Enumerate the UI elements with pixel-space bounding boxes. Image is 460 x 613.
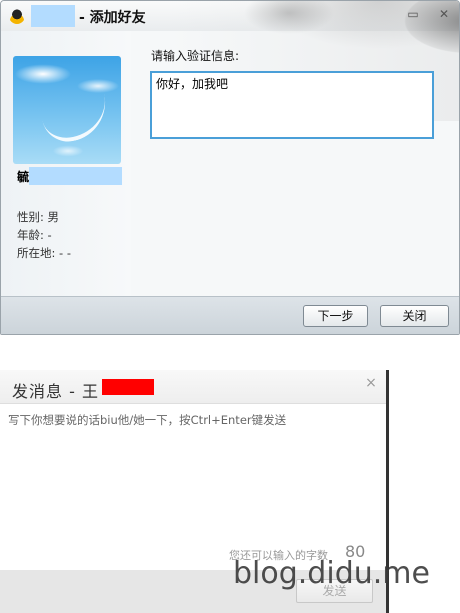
title-bar[interactable]: - 添加好友 ▭ ✕: [1, 1, 459, 121]
message-dialog-title: 发消息 - 王: [12, 382, 99, 401]
message-input[interactable]: [8, 412, 380, 562]
close-icon[interactable]: ✕: [434, 6, 454, 22]
gender-info: 性别: 男: [17, 210, 60, 224]
dialog-footer: 下一步 关闭: [1, 296, 459, 334]
avatar-smile-cloud: [39, 93, 113, 147]
recipient-redacted: [102, 379, 154, 395]
recipient-name: 王: [81, 382, 99, 401]
close-button[interactable]: 关闭: [380, 305, 449, 327]
location-info: 所在地: - -: [17, 246, 71, 260]
message-title-bar[interactable]: 发消息 - 王 ×: [0, 370, 386, 404]
title-redacted-name: [31, 5, 75, 27]
verify-message-input[interactable]: 你好，加我吧: [150, 71, 434, 139]
minimize-button[interactable]: ▭: [403, 6, 423, 22]
add-friend-dialog: - 添加好友 ▭ ✕ 毓 性别: 男 年龄: - 所在地: - - 请输入验证信…: [0, 0, 460, 335]
nickname-redacted: [29, 167, 122, 185]
age-info: 年龄: -: [17, 228, 52, 242]
avatar: [13, 56, 121, 164]
qq-penguin-icon: [9, 8, 25, 24]
dialog-title: - 添加好友: [79, 10, 146, 26]
next-button[interactable]: 下一步: [303, 305, 368, 327]
verify-label: 请输入验证信息:: [151, 49, 240, 63]
nickname-char: 毓: [17, 170, 30, 184]
close-icon[interactable]: ×: [364, 375, 378, 391]
watermark: blog.didu.me: [233, 556, 430, 591]
